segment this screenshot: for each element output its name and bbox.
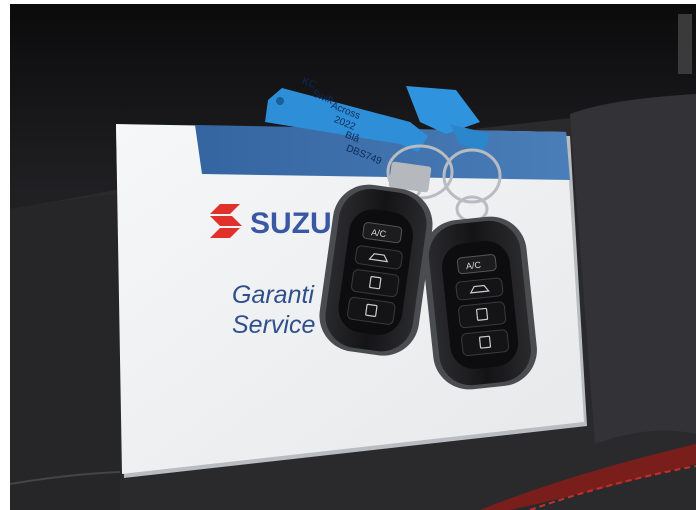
- interior-trim: [678, 14, 692, 74]
- ac-button-label: A/C: [371, 227, 388, 239]
- ac-button-label: A/C: [465, 260, 481, 272]
- photo-canvas: SUZU Garanti Service KC Swift Across 202…: [10, 4, 696, 510]
- lock-button: [461, 329, 510, 357]
- key-fob-right: A/C: [422, 216, 537, 390]
- photo: SUZU Garanti Service KC Swift Across 202…: [10, 4, 696, 510]
- booklet-title-line1: Garanti: [232, 281, 315, 309]
- unlock-button: [458, 301, 507, 329]
- key-clip: [388, 161, 432, 193]
- seat-bolster: [10, 194, 120, 510]
- booklet-title-line2: Service: [232, 311, 315, 339]
- brand-wordmark: SUZU: [250, 207, 332, 240]
